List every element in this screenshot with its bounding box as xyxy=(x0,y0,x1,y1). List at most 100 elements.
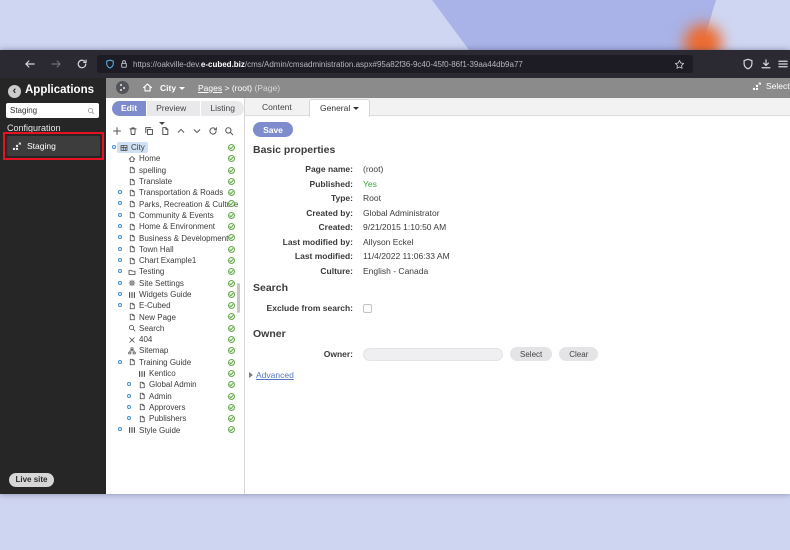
published-check-icon xyxy=(228,369,235,377)
tree-item[interactable]: Global Admin xyxy=(106,379,245,390)
gear-icon xyxy=(128,279,136,287)
expand-icon[interactable] xyxy=(112,145,116,149)
copy-icon[interactable] xyxy=(144,126,154,136)
tree-item[interactable]: Sitemap xyxy=(106,345,245,356)
tree-item[interactable]: Admin xyxy=(106,391,245,402)
forward-icon[interactable] xyxy=(50,58,62,70)
back-circle-icon[interactable]: ‹ xyxy=(8,85,21,98)
home-icon[interactable] xyxy=(142,82,153,93)
tree-item[interactable]: Business & Development xyxy=(106,232,245,243)
chevron-right-icon xyxy=(249,372,253,378)
tree-item[interactable]: E-Cubed xyxy=(106,300,245,311)
bookmark-star-icon[interactable] xyxy=(674,59,685,70)
chevron-up-icon[interactable] xyxy=(176,126,186,136)
tree-item[interactable]: Widgets Guide xyxy=(106,289,245,300)
tree-item[interactable]: Translate xyxy=(106,176,245,187)
published-check-icon xyxy=(228,279,235,287)
field-value: (root) xyxy=(363,164,384,175)
advanced-link[interactable]: Advanced xyxy=(256,370,294,380)
advanced-toggle[interactable]: Advanced xyxy=(249,370,294,380)
tree-scrollbar[interactable] xyxy=(237,283,240,313)
tree-item[interactable]: New Page xyxy=(106,311,245,322)
url-bar[interactable]: https://oakville-dev.e-cubed.biz/cms/Adm… xyxy=(97,55,693,73)
owner-clear-button[interactable]: Clear xyxy=(559,347,599,361)
tree-item[interactable]: Approvers xyxy=(106,402,245,413)
expand-icon[interactable] xyxy=(118,359,122,364)
live-site-button[interactable]: Live site xyxy=(9,473,54,487)
published-check-icon xyxy=(228,347,235,355)
field-label: Culture: xyxy=(320,265,353,276)
tree-item[interactable]: Training Guide xyxy=(106,357,245,368)
refresh-icon[interactable] xyxy=(208,126,218,136)
tree-item[interactable]: 404 xyxy=(106,334,245,345)
mode-tab-listing[interactable]: Listing xyxy=(201,101,244,116)
lock-icon[interactable] xyxy=(119,59,129,69)
sidebar-item-staging[interactable]: Staging xyxy=(7,136,100,156)
property-row: Culture: English - Canada xyxy=(253,264,673,279)
owner-input[interactable] xyxy=(363,347,503,361)
expand-icon[interactable] xyxy=(118,190,122,195)
trash-icon[interactable] xyxy=(128,126,138,136)
tree-item[interactable]: Home xyxy=(106,153,245,164)
mode-tab-preview[interactable]: Preview xyxy=(147,101,201,126)
protections-shield-icon[interactable] xyxy=(742,58,754,70)
apps-menu-icon[interactable] xyxy=(116,81,129,94)
application-search[interactable] xyxy=(6,103,99,118)
expand-icon[interactable] xyxy=(118,224,122,229)
mode-tab-edit[interactable]: Edit xyxy=(112,101,147,116)
download-icon[interactable] xyxy=(760,58,772,70)
chevron-down-icon[interactable] xyxy=(192,126,202,136)
application-search-input[interactable] xyxy=(10,106,87,115)
site-selector[interactable]: City xyxy=(160,83,186,93)
tree-item[interactable]: City xyxy=(106,142,245,154)
expand-icon[interactable] xyxy=(118,280,122,285)
expand-icon[interactable] xyxy=(127,393,131,398)
expand-icon[interactable] xyxy=(127,416,131,421)
search-icon[interactable] xyxy=(224,126,234,136)
tree-item[interactable]: Parks, Recreation & Culture xyxy=(106,198,245,209)
owner-select-button[interactable]: Select xyxy=(510,347,553,361)
tree-item[interactable]: spelling xyxy=(106,165,245,176)
tab-content[interactable]: Content xyxy=(262,98,292,116)
breadcrumb: Pages > (root) (Page) xyxy=(198,83,281,93)
tree-item[interactable]: Home & Environment xyxy=(106,221,245,232)
tree-item[interactable]: Search xyxy=(106,323,245,334)
tree-item[interactable]: Chart Example1 xyxy=(106,255,245,266)
expand-icon[interactable] xyxy=(127,382,131,387)
page-tree: City Home spelling Translate Transportat xyxy=(106,142,245,436)
expand-icon[interactable] xyxy=(118,201,122,206)
expand-icon[interactable] xyxy=(118,257,122,262)
close-icon xyxy=(128,336,136,344)
published-check-icon xyxy=(228,200,235,208)
expand-icon[interactable] xyxy=(118,212,122,217)
refresh-icon[interactable] xyxy=(76,58,88,70)
expand-icon[interactable] xyxy=(118,427,122,432)
tree-item[interactable]: Transportation & Roads xyxy=(106,187,245,198)
tree-item[interactable]: Testing xyxy=(106,266,245,277)
tree-item[interactable]: Town Hall xyxy=(106,244,245,255)
tracking-shield-icon[interactable] xyxy=(105,59,115,69)
menu-icon[interactable] xyxy=(777,58,789,70)
tree-item[interactable]: Kentico xyxy=(106,368,245,379)
published-check-icon xyxy=(228,313,235,321)
save-button[interactable]: Save xyxy=(253,122,293,137)
expand-icon[interactable] xyxy=(118,291,122,296)
expand-icon[interactable] xyxy=(127,404,131,409)
breadcrumb-pages-link[interactable]: Pages xyxy=(198,83,222,93)
tree-item[interactable]: Site Settings xyxy=(106,278,245,289)
field-value: Root xyxy=(363,193,381,204)
tree-item[interactable]: Community & Events xyxy=(106,210,245,221)
staging-server-indicator[interactable]: Select xyxy=(752,81,790,91)
file-icon[interactable] xyxy=(160,126,170,136)
expand-icon[interactable] xyxy=(118,269,122,274)
tree-item[interactable]: Style Guide xyxy=(106,424,245,435)
tab-general[interactable]: General xyxy=(309,99,371,117)
exclude-from-search-checkbox[interactable] xyxy=(363,303,372,313)
back-icon[interactable] xyxy=(24,58,36,70)
expand-icon[interactable] xyxy=(118,235,122,240)
expand-icon[interactable] xyxy=(118,303,122,308)
published-check-icon xyxy=(228,155,235,163)
plus-icon[interactable] xyxy=(112,126,122,136)
tree-item[interactable]: Publishers xyxy=(106,413,245,424)
expand-icon[interactable] xyxy=(118,246,122,251)
